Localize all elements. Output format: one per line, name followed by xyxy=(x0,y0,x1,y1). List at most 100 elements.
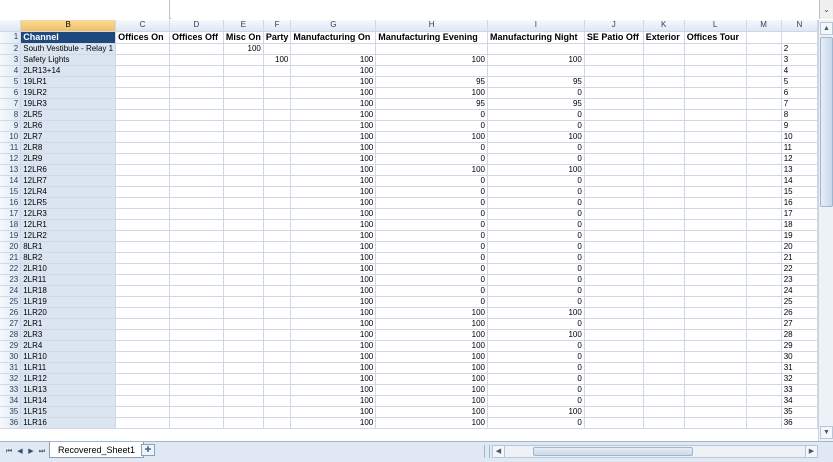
cell-c[interactable] xyxy=(115,208,170,220)
cell-h[interactable]: 0 xyxy=(375,285,488,297)
cell-i[interactable]: 0 xyxy=(487,252,585,264)
cell-k[interactable] xyxy=(643,230,685,242)
cell-n[interactable]: 28 xyxy=(781,329,818,341)
cell-h[interactable]: 0 xyxy=(375,208,488,220)
cell-m[interactable] xyxy=(746,351,782,363)
cell-n[interactable]: 12 xyxy=(781,153,818,165)
cell-m[interactable] xyxy=(746,252,782,264)
cell-m[interactable] xyxy=(746,153,782,165)
row-header[interactable]: 18 xyxy=(0,219,22,231)
cell-d[interactable] xyxy=(169,384,224,396)
cell-m[interactable] xyxy=(746,307,782,319)
cell-d[interactable] xyxy=(169,54,224,66)
cell-i[interactable]: 0 xyxy=(487,351,585,363)
header-cell[interactable]: Offices Off xyxy=(169,31,224,44)
cell-h[interactable]: 0 xyxy=(375,296,488,308)
cell-g[interactable]: 100 xyxy=(290,263,377,275)
cell-m[interactable] xyxy=(746,329,782,341)
cell-b[interactable]: 12LR3 xyxy=(20,208,117,220)
cell-n[interactable]: 14 xyxy=(781,175,818,187)
cell-j[interactable] xyxy=(584,76,644,88)
cell-k[interactable] xyxy=(643,142,685,154)
cell-k[interactable] xyxy=(643,98,685,110)
cell-m[interactable] xyxy=(746,340,782,352)
cell-b[interactable]: 2LR9 xyxy=(20,153,117,165)
cell-k[interactable] xyxy=(643,131,685,143)
column-header[interactable]: I xyxy=(487,20,585,32)
cell-b[interactable]: 2LR6 xyxy=(20,120,117,132)
cell-l[interactable] xyxy=(684,153,747,165)
cell-e[interactable] xyxy=(223,318,264,330)
cell-d[interactable] xyxy=(169,109,224,121)
cell-d[interactable] xyxy=(169,351,224,363)
cell-j[interactable] xyxy=(584,241,644,253)
row-header[interactable]: 11 xyxy=(0,142,22,154)
cell-e[interactable] xyxy=(223,87,264,99)
row-header[interactable]: 15 xyxy=(0,186,22,198)
cell-j[interactable] xyxy=(584,263,644,275)
cell-e[interactable] xyxy=(223,340,264,352)
first-sheet-icon[interactable]: ⏮ xyxy=(4,446,14,457)
cell-h[interactable]: 100 xyxy=(375,406,488,418)
cell-h[interactable]: 100 xyxy=(375,87,488,99)
cell-h[interactable]: 100 xyxy=(375,54,488,66)
column-header[interactable]: H xyxy=(375,20,488,32)
cell-g[interactable]: 100 xyxy=(290,406,377,418)
cell-m[interactable] xyxy=(746,98,782,110)
cell-g[interactable]: 100 xyxy=(290,318,377,330)
cell-b[interactable]: 1LR12 xyxy=(20,373,117,385)
cell-l[interactable] xyxy=(684,54,747,66)
cell-c[interactable] xyxy=(115,109,170,121)
row-header[interactable]: 22 xyxy=(0,263,22,275)
cell-l[interactable] xyxy=(684,131,747,143)
last-sheet-icon[interactable]: ⏭ xyxy=(37,446,47,457)
cell-g[interactable]: 100 xyxy=(290,384,377,396)
header-cell[interactable]: Party xyxy=(263,31,292,44)
cell-d[interactable] xyxy=(169,307,224,319)
cell-b[interactable]: 12LR4 xyxy=(20,186,117,198)
cell-i[interactable]: 0 xyxy=(487,274,585,286)
cell-e[interactable] xyxy=(223,362,264,374)
cell-e[interactable] xyxy=(223,98,264,110)
cell-d[interactable] xyxy=(169,373,224,385)
cell-c[interactable] xyxy=(115,252,170,264)
cell-l[interactable] xyxy=(684,263,747,275)
cell-i[interactable]: 0 xyxy=(487,395,585,407)
cell-n[interactable]: 22 xyxy=(781,263,818,275)
cell-c[interactable] xyxy=(115,406,170,418)
cell-n[interactable]: 5 xyxy=(781,76,818,88)
cell-n[interactable]: 18 xyxy=(781,219,818,231)
cell-k[interactable] xyxy=(643,54,685,66)
cell-f[interactable] xyxy=(263,285,292,297)
cell-m[interactable] xyxy=(746,87,782,99)
cell-g[interactable]: 100 xyxy=(290,395,377,407)
cell-h[interactable]: 100 xyxy=(375,351,488,363)
cell-i[interactable]: 100 xyxy=(487,131,585,143)
cell-m[interactable] xyxy=(746,208,782,220)
header-cell[interactable]: Manufacturing Evening xyxy=(375,31,488,44)
cell-f[interactable] xyxy=(263,340,292,352)
cell-l[interactable] xyxy=(684,164,747,176)
cell-k[interactable] xyxy=(643,274,685,286)
name-box[interactable] xyxy=(0,0,170,19)
cell-h[interactable]: 0 xyxy=(375,197,488,209)
vertical-scroll-thumb[interactable] xyxy=(820,37,833,207)
cell-g[interactable]: 100 xyxy=(290,186,377,198)
row-header[interactable]: 36 xyxy=(0,417,22,429)
cell-d[interactable] xyxy=(169,131,224,143)
cell-c[interactable] xyxy=(115,395,170,407)
column-header[interactable]: M xyxy=(746,20,782,32)
cell-f[interactable] xyxy=(263,230,292,242)
cell-h[interactable]: 0 xyxy=(375,142,488,154)
cell-f[interactable] xyxy=(263,219,292,231)
cell-n[interactable]: 8 xyxy=(781,109,818,121)
cell-b[interactable]: 19LR1 xyxy=(20,76,117,88)
cell-n[interactable]: 17 xyxy=(781,208,818,220)
cell-j[interactable] xyxy=(584,406,644,418)
cell-i[interactable]: 0 xyxy=(487,241,585,253)
cell-b[interactable]: 1LR10 xyxy=(20,351,117,363)
cell-i[interactable]: 0 xyxy=(487,318,585,330)
row-header[interactable]: 24 xyxy=(0,285,22,297)
cell-i[interactable]: 0 xyxy=(487,384,585,396)
cell-k[interactable] xyxy=(643,164,685,176)
